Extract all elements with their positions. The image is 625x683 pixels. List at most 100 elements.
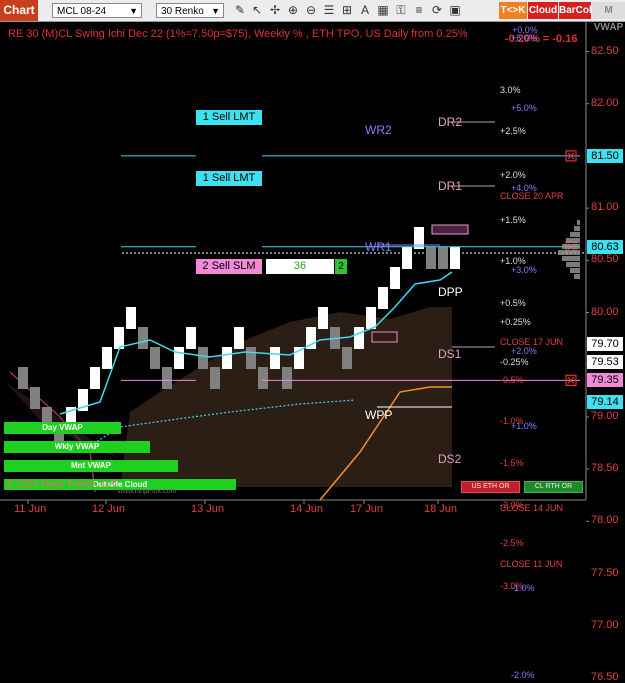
ds1-label: DS1 [438, 347, 462, 361]
zoom-in-icon[interactable]: ⊕ [286, 3, 300, 17]
percent-level-label: +5.0% [511, 102, 537, 113]
price-tick-label: 80.50 [591, 253, 619, 266]
volume-profile-bar [570, 232, 580, 237]
dr2-label: DR2 [438, 115, 463, 129]
arrow-icon[interactable]: ↖ [250, 3, 264, 17]
cl-rth-or-button[interactable]: CL RTH OR [524, 481, 583, 493]
price-tick-label: 81.00 [591, 201, 619, 214]
lock-icon[interactable]: ⚿ [394, 3, 408, 17]
volume-profile-bar [566, 238, 580, 243]
renko-brick [102, 347, 112, 369]
chart-menu-button[interactable]: Chart [0, 0, 38, 21]
supply-zone-box [431, 224, 469, 235]
percent-level-label: -0.25% [500, 356, 529, 367]
chart-toolbar: Chart MCL 08-24 ▼ 30 Renko ▼ ✎ ↖ ✢ ⊕ ⊖ ☰… [0, 0, 625, 33]
sell-limit-order-1[interactable]: 1 Sell LMT [196, 110, 262, 125]
renko-brick [90, 367, 100, 389]
tsk-toggle-button[interactable]: T<>K [499, 2, 527, 19]
vwap-toggle-button[interactable]: M VWAP [592, 2, 625, 33]
volume-profile-bar [574, 226, 580, 231]
price-tick-label: 76.50 [591, 670, 619, 683]
wpp-label: WPP [365, 408, 393, 422]
renko-brick [270, 347, 280, 369]
price-badge: 81.50 [587, 148, 623, 163]
day-vwap-bar: Day VWAP [4, 422, 121, 434]
sell-slm-count[interactable]: 2 [335, 259, 347, 274]
renko-brick [366, 307, 376, 329]
template-icon[interactable]: ▦ [376, 3, 390, 17]
volume-profile-bar [570, 268, 580, 273]
chart-panel[interactable]: RE 30 (M)CL Swing Ichi Dec 22 (1%=7.50p=… [0, 22, 625, 683]
percent-level-label: +6.0% [511, 32, 537, 43]
percent-level-label: -2.5% [500, 538, 524, 549]
percent-level-label: -2.0% [511, 669, 535, 680]
refresh-icon[interactable]: ⟳ [430, 3, 444, 17]
crosshair-icon[interactable]: ✢ [268, 3, 282, 17]
price-badge: 79.35 [587, 373, 623, 388]
copyright-text: © 2024 Ninja Trader, LLC [6, 479, 119, 490]
properties-icon[interactable]: ☰ [322, 3, 336, 17]
dpp-label: DPP [438, 285, 463, 299]
bar-type-selector[interactable]: 30 Renko ▼ [156, 3, 224, 18]
renko-brick [402, 247, 412, 269]
renko-brick [30, 387, 40, 409]
zoom-out-icon[interactable]: ⊖ [304, 3, 318, 17]
volume-profile-bar [566, 262, 580, 267]
renko-brick [282, 367, 292, 389]
list-icon[interactable]: ≡ [412, 3, 426, 17]
percent-level-label: +1.5% [500, 214, 526, 225]
ds2-label: DS2 [438, 452, 462, 466]
percent-level-label: +3.0% [511, 264, 537, 275]
chevron-down-icon: ▼ [211, 6, 220, 16]
us-eth-or-button[interactable]: US ETH OR [461, 481, 520, 493]
percent-level-label: +2.0% [511, 346, 537, 357]
percent-level-label: 3.0% [500, 85, 521, 96]
volume-profile-bar [574, 274, 580, 279]
pencil-icon[interactable]: ✎ [233, 3, 247, 17]
drawing-icon[interactable]: ⊞ [340, 3, 354, 17]
instrument-selector[interactable]: MCL 08-24 ▼ [52, 3, 142, 18]
renko-brick [162, 367, 172, 389]
renko-brick [138, 327, 148, 349]
percent-level-label: -0.5% [500, 375, 524, 386]
screenshot-icon[interactable]: ▣ [448, 3, 462, 17]
renko-brick [318, 307, 328, 329]
percent-level-label: +1.0% [511, 421, 537, 432]
renko-brick [174, 347, 184, 369]
renko-brick [378, 287, 388, 309]
monthly-vwap-bar: Mnt VWAP [4, 460, 178, 472]
renko-brick [354, 327, 364, 349]
price-tick-label: 82.50 [591, 44, 619, 57]
renko-brick [126, 307, 136, 329]
price-badge: 79.53 [587, 354, 623, 369]
percent-level-label: CLOSE 20 APR [500, 190, 564, 201]
renko-brick [450, 247, 460, 269]
time-tick-label: 12 Jun [92, 503, 126, 515]
renko-brick [426, 247, 436, 269]
renko-brick [246, 347, 256, 369]
volume-profile-bar [562, 256, 580, 261]
percent-level-label: CLOSE 14 JUN [500, 502, 564, 513]
barcol-toggle-button[interactable]: BarCol [559, 2, 592, 19]
price-tick-label: 78.50 [591, 462, 619, 475]
sell-stop-market-order[interactable]: 2 Sell SLM [196, 259, 262, 274]
text-icon[interactable]: A [358, 3, 372, 17]
wr1-label: WR1 [365, 240, 392, 254]
chart-title: RE 30 (M)CL Swing Ichi Dec 22 (1%=7.50p=… [8, 28, 468, 40]
percent-level-label: -1.0% [511, 583, 535, 594]
price-tick-label: 77.00 [591, 618, 619, 631]
price-badge: 80.63 [587, 239, 623, 254]
price-tick-label: 82.00 [591, 96, 619, 109]
price-tick-label: 79.00 [591, 409, 619, 422]
volume-profile-bar [562, 244, 580, 249]
percent-level-label: -1.5% [500, 457, 524, 468]
volume-profile-bar [558, 250, 580, 255]
renko-brick [342, 347, 352, 369]
sell-limit-order-2[interactable]: 1 Sell LMT [196, 171, 262, 186]
sell-slm-quantity[interactable]: 36 [266, 259, 334, 274]
percent-level-label: +2.5% [500, 125, 526, 136]
price-tick-label: 80.00 [591, 305, 619, 318]
percent-level-label: +0.5% [500, 298, 526, 309]
time-tick-label: 18 Jun [424, 503, 458, 515]
cloud-toggle-button[interactable]: Cloud [528, 2, 558, 19]
